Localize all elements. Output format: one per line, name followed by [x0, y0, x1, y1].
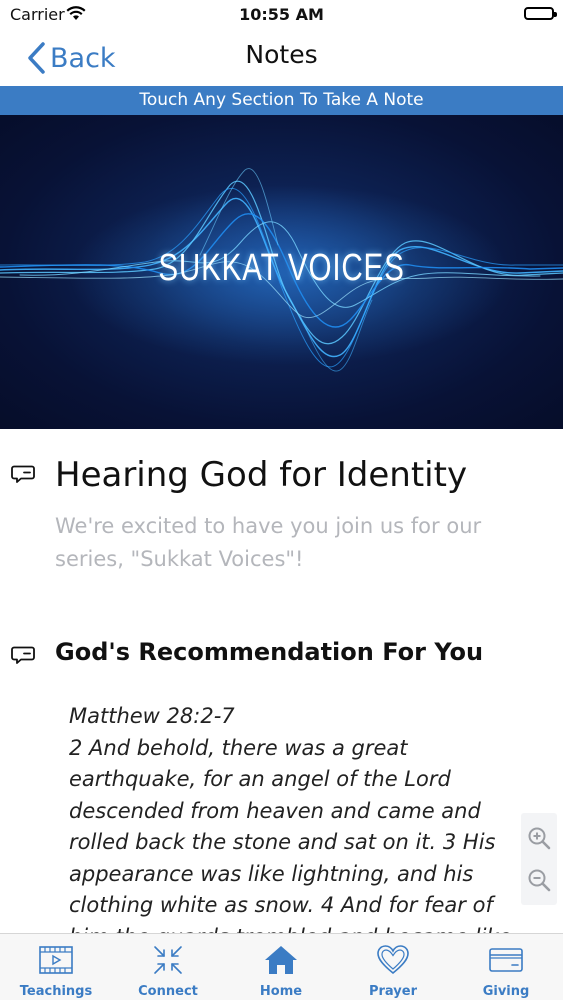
tab-label: Home — [259, 984, 303, 999]
scripture-text: 2 And behold, there was a great earthqua… — [69, 735, 512, 934]
section-intro-text[interactable]: We're excited to have you join us for ou… — [55, 510, 535, 576]
film-icon — [39, 946, 73, 974]
tab-giving[interactable]: Giving — [450, 934, 562, 1001]
battery-icon — [524, 7, 557, 20]
tab-prayer[interactable]: Prayer — [337, 934, 449, 1001]
note-icon[interactable] — [11, 646, 35, 664]
status-time: 10:55 AM — [239, 5, 324, 24]
section-heading-recommendation[interactable]: God's Recommendation For You — [55, 638, 483, 666]
scripture-reference: Matthew 28:2-7 — [69, 704, 235, 728]
hero-banner-image[interactable]: SUKKAT VOICES — [0, 115, 563, 429]
tab-connect[interactable]: Connect — [112, 934, 224, 1001]
chevron-left-icon — [28, 42, 45, 74]
tab-label: Teachings — [19, 984, 93, 999]
tab-label: Giving — [482, 984, 530, 999]
credit-card-icon — [489, 948, 523, 972]
tab-bar: Teachings Connect Home Prayer Giving — [0, 933, 563, 1000]
scripture-passage[interactable]: Matthew 28:2-7 2 And behold, there was a… — [69, 701, 519, 933]
note-icon[interactable] — [11, 465, 35, 483]
back-button-label: Back — [50, 42, 116, 74]
back-button[interactable]: Back — [26, 38, 116, 78]
tab-teachings[interactable]: Teachings — [0, 934, 112, 1001]
home-icon — [265, 946, 297, 974]
section-heading-hearing-god[interactable]: Hearing God for Identity — [55, 455, 467, 495]
tab-home[interactable]: Home — [225, 934, 337, 1001]
zoom-controls — [521, 813, 557, 905]
hero-title: SUKKAT VOICES — [158, 247, 405, 289]
take-note-hint-banner: Touch Any Section To Take A Note — [0, 86, 563, 115]
zoom-in-icon[interactable] — [527, 826, 551, 850]
tab-label: Prayer — [368, 984, 417, 999]
navigation-bar: Back Notes — [0, 30, 563, 86]
zoom-out-icon[interactable] — [527, 868, 551, 892]
tab-label: Connect — [138, 984, 198, 999]
heart-icon — [377, 945, 409, 975]
status-bar: Carrier 10:55 AM — [0, 0, 563, 30]
connect-arrows-icon — [154, 946, 182, 974]
